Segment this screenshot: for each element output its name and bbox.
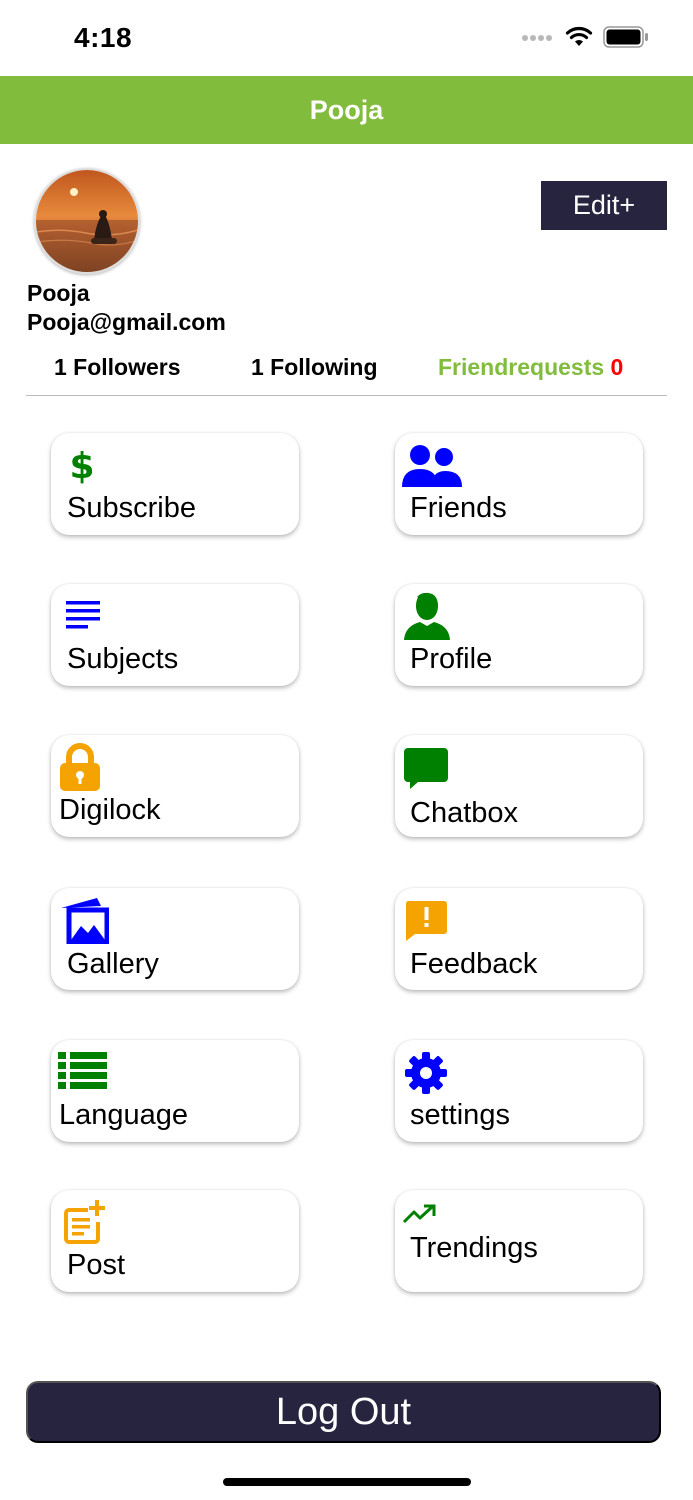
status-time: 4:18 (74, 22, 133, 53)
lock-icon (60, 743, 100, 791)
friend-requests-link[interactable]: Friendrequests 0 (438, 354, 623, 381)
user-email: Pooja@gmail.com (27, 309, 226, 335)
menu-tile-label: Gallery (67, 948, 159, 980)
post-add-icon (64, 1200, 105, 1244)
menu-tile-label: Post (67, 1249, 126, 1281)
person-icon (404, 592, 450, 640)
chat-icon (404, 748, 448, 789)
menu-tile-friends[interactable]: Friends (395, 433, 643, 535)
menu-tile-label: Subjects (67, 643, 179, 675)
menu-tile-digilock[interactable]: Digilock (51, 735, 299, 837)
list-icon (58, 1052, 107, 1089)
menu-tile-label: Language (59, 1099, 189, 1131)
followers-count[interactable]: 1 Followers (54, 354, 181, 381)
signal-icon (522, 35, 552, 41)
avatar[interactable] (34, 168, 140, 274)
friend-requests-count: 0 (610, 354, 624, 380)
wifi-icon (565, 26, 593, 46)
feedback-icon (405, 901, 447, 941)
menu-tile-label: Profile (410, 643, 493, 675)
menu-tile-label: Digilock (59, 794, 161, 826)
avatar-image (36, 170, 138, 272)
menu-tile-subscribe[interactable]: $ Subscribe (51, 433, 299, 535)
menu-tile-chatbox[interactable]: Chatbox (395, 735, 643, 837)
gear-icon (405, 1052, 447, 1094)
friend-requests-label: Friendrequests (438, 354, 605, 380)
svg-text:$: $ (69, 446, 94, 485)
gallery-icon (61, 898, 109, 944)
stats-row: 1 Followers 1 Following Friendrequests 0 (26, 350, 667, 396)
menu-tile-label: Feedback (410, 948, 538, 980)
menu-tile-post[interactable]: Post (51, 1190, 299, 1292)
status-bar: 4:18 (0, 0, 693, 76)
menu-tile-settings[interactable]: settings (395, 1040, 643, 1142)
menu-tile-gallery[interactable]: Gallery (51, 888, 299, 990)
trending-up-icon (402, 1204, 436, 1224)
menu-tile-subjects[interactable]: Subjects (51, 584, 299, 686)
menu-tile-label: settings (410, 1099, 510, 1131)
lines-icon (66, 601, 100, 629)
edit-profile-button[interactable]: Edit+ (541, 181, 667, 230)
menu-tile-trendings[interactable]: Trendings (395, 1190, 643, 1292)
menu-tile-profile[interactable]: Profile (395, 584, 643, 686)
following-count[interactable]: 1 Following (251, 354, 378, 381)
user-name: Pooja (27, 280, 90, 306)
menu-tile-label: Friends (410, 492, 507, 524)
menu-tile-language[interactable]: Language (51, 1040, 299, 1142)
menu-tile-label: Trendings (410, 1232, 538, 1264)
page-title: Pooja (309, 94, 384, 125)
menu-tile-label: Chatbox (410, 797, 519, 829)
logout-button[interactable]: Log Out (26, 1381, 661, 1443)
menu-tile-feedback[interactable]: Feedback (395, 888, 643, 990)
home-indicator[interactable] (223, 1478, 471, 1486)
people-icon (402, 445, 462, 487)
nav-bar: Pooja (0, 76, 693, 144)
dollar-icon: $ (69, 446, 94, 485)
menu-tile-label: Subscribe (67, 492, 196, 524)
battery-icon (603, 26, 648, 48)
status-icons (521, 26, 649, 48)
